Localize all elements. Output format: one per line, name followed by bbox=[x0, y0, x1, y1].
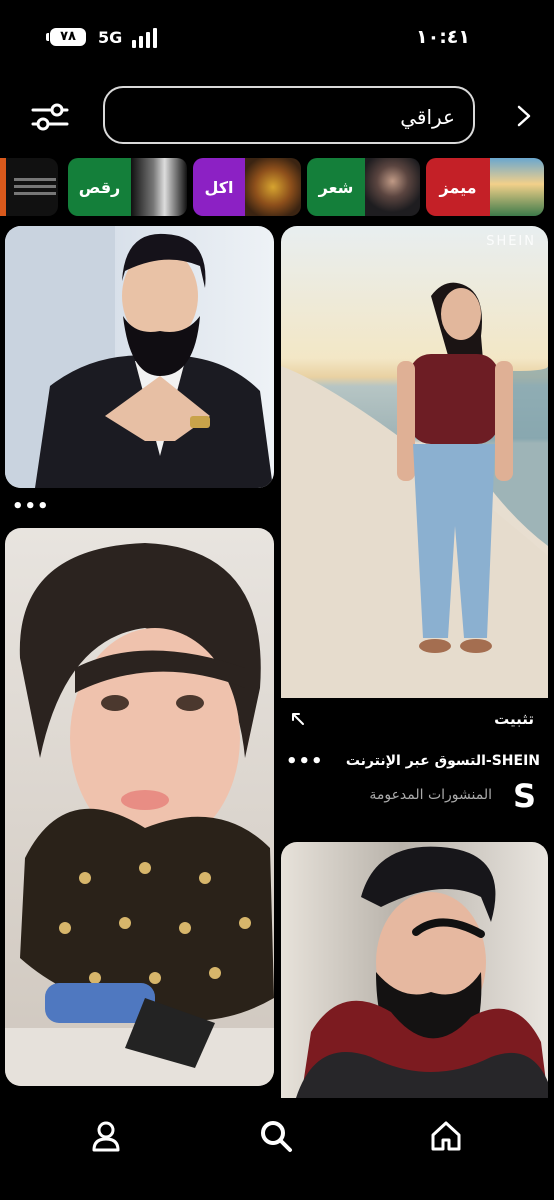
more-options-button[interactable]: ••• bbox=[286, 751, 324, 772]
chip-food[interactable]: اكل bbox=[193, 158, 301, 216]
pin-illustration bbox=[296, 846, 548, 1098]
sponsor-logo[interactable]: S bbox=[513, 777, 536, 815]
sponsor-title[interactable]: SHEIN-التسوق عبر الإنترنت bbox=[346, 753, 540, 769]
profile-icon bbox=[92, 1121, 120, 1152]
pin-image-suit-man[interactable] bbox=[5, 226, 274, 488]
clock: ١٠:٤١ bbox=[416, 26, 470, 48]
chip-dance[interactable]: رقص bbox=[68, 158, 187, 216]
pin-illustration bbox=[5, 543, 274, 1086]
expand-icon[interactable] bbox=[291, 712, 305, 726]
bottom-nav bbox=[0, 1098, 554, 1200]
chip-thumbnail bbox=[131, 158, 187, 216]
chip-thumbnail bbox=[245, 158, 301, 216]
pin-action-bar: تثبيت bbox=[281, 698, 548, 744]
pin-illustration bbox=[281, 282, 548, 698]
chip-label: رقص bbox=[68, 158, 131, 216]
battery-indicator: ٧٨ bbox=[46, 28, 86, 46]
nav-search[interactable] bbox=[248, 1108, 304, 1164]
nav-profile[interactable] bbox=[78, 1108, 134, 1164]
signal-icon bbox=[132, 28, 162, 48]
category-chips: ميمز شعر اكل رقص bbox=[0, 158, 554, 216]
chip-thumbnail bbox=[490, 158, 544, 216]
chip-hair[interactable]: شعر bbox=[307, 158, 420, 216]
sponsored-label: المنشورات المدعومة bbox=[369, 787, 492, 803]
chevron-right-icon[interactable] bbox=[516, 104, 532, 128]
chip-partial[interactable] bbox=[0, 158, 58, 216]
chip-label: شعر bbox=[307, 158, 365, 216]
chip-thumbnail bbox=[365, 158, 420, 216]
chip-memes[interactable]: ميمز bbox=[426, 158, 544, 216]
home-icon bbox=[431, 1121, 461, 1151]
search-row bbox=[0, 86, 554, 148]
search-icon bbox=[261, 1121, 292, 1152]
search-field[interactable] bbox=[103, 86, 475, 144]
pin-image-selfie-man[interactable] bbox=[5, 528, 274, 1086]
search-input[interactable] bbox=[133, 100, 457, 134]
network-type: 5G bbox=[98, 28, 123, 47]
pin-image-scarf-man[interactable] bbox=[281, 842, 548, 1098]
chip-label: اكل bbox=[193, 158, 245, 216]
pin-image-sponsored-beach[interactable]: SHEIN bbox=[281, 226, 548, 698]
status-bar: ٧٨ 5G ١٠:٤١ bbox=[0, 22, 554, 54]
chip-label: ميمز bbox=[426, 158, 490, 216]
nav-home[interactable] bbox=[418, 1108, 474, 1164]
pin-illustration bbox=[5, 226, 273, 488]
save-pin-button[interactable]: تثبيت bbox=[494, 710, 534, 728]
more-options-button[interactable]: ••• bbox=[12, 496, 50, 517]
shein-watermark: SHEIN bbox=[486, 234, 536, 249]
filter-sliders-icon[interactable] bbox=[30, 100, 70, 134]
